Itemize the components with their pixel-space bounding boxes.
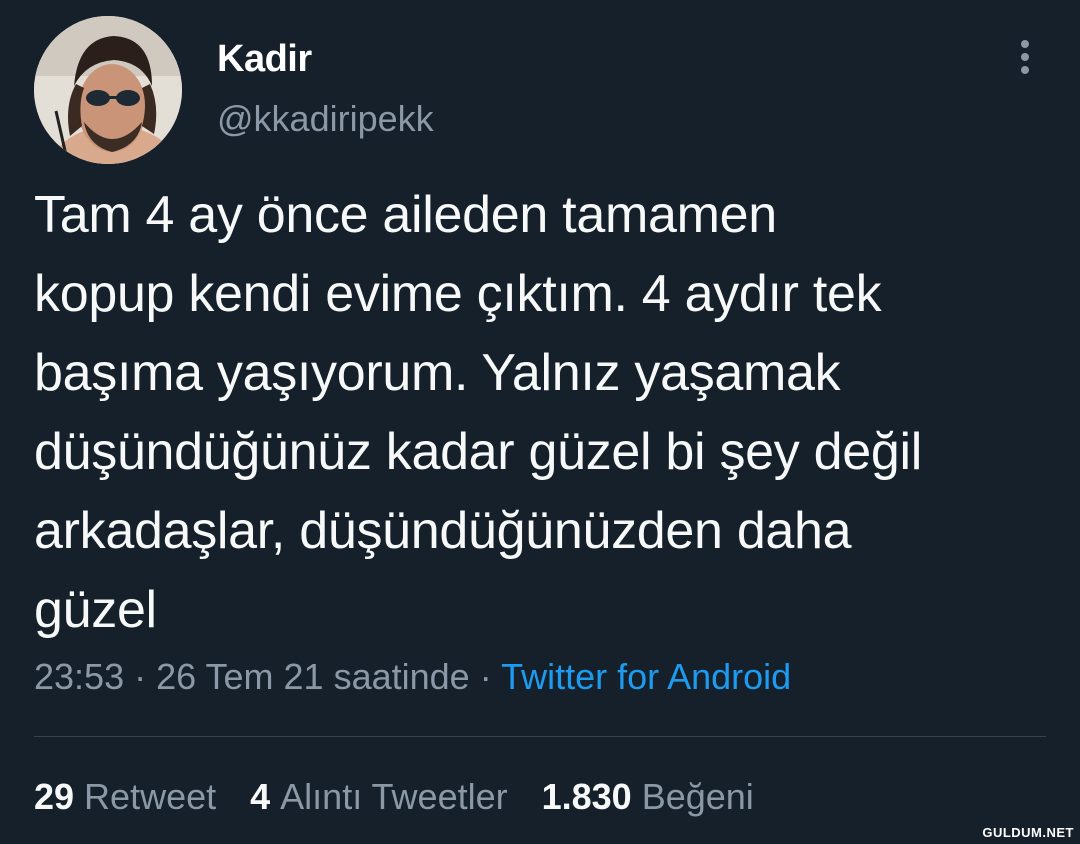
- user-handle[interactable]: @kkadiripekk: [217, 98, 434, 140]
- likes-stat[interactable]: 1.830 Beğeni: [542, 776, 754, 818]
- tweet-date[interactable]: 26 Tem 21 saatinde: [156, 656, 470, 697]
- quote-tweets-stat[interactable]: 4 Alıntı Tweetler: [250, 776, 507, 818]
- tweet-text: Tam 4 ay önce aileden tamamen kopup kend…: [34, 186, 922, 639]
- divider: [34, 736, 1046, 737]
- more-options-icon[interactable]: [1012, 40, 1038, 80]
- tweet-meta: 23:53 · 26 Tem 21 saatinde · Twitter for…: [34, 656, 791, 698]
- tweet-time[interactable]: 23:53: [34, 656, 124, 697]
- avatar[interactable]: [34, 16, 182, 164]
- retweets-label: Retweet: [84, 776, 217, 817]
- likes-count: 1.830: [541, 776, 632, 817]
- profile-photo-icon: [34, 16, 182, 164]
- likes-label: Beğeni: [641, 776, 754, 817]
- quotes-count: 4: [250, 776, 271, 817]
- retweets-stat[interactable]: 29 Retweet: [34, 776, 216, 818]
- tweet-source-link[interactable]: Twitter for Android: [501, 656, 791, 697]
- meta-separator: ·: [134, 656, 147, 697]
- retweets-count: 29: [34, 776, 75, 817]
- watermark: GULDUM.NET: [982, 825, 1074, 840]
- meta-separator: ·: [479, 656, 492, 697]
- tweet-stats: 29 Retweet 4 Alıntı Tweetler 1.830 Beğeni: [34, 776, 754, 818]
- quotes-label: Alıntı Tweetler: [280, 776, 508, 817]
- display-name[interactable]: Kadir: [217, 38, 312, 81]
